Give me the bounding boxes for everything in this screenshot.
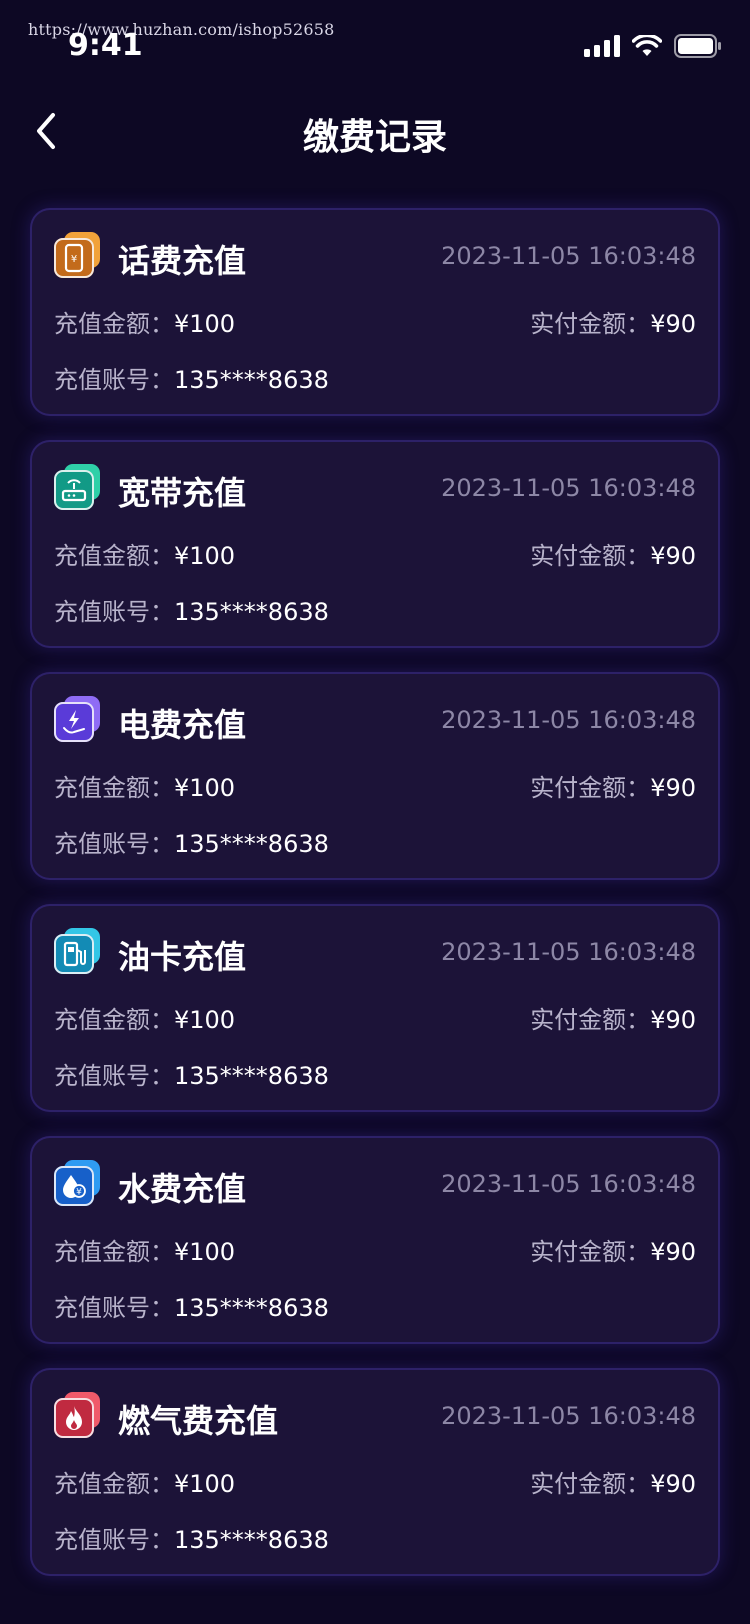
account-value: 135****8638 bbox=[174, 1294, 329, 1322]
svg-text:¥: ¥ bbox=[71, 254, 77, 265]
amount-row: 充值金额：¥100 实付金额：¥90 bbox=[54, 536, 696, 571]
electricity-bolt-icon bbox=[54, 696, 102, 744]
page-title: 缴费记录 bbox=[302, 117, 447, 158]
fuel-pump-icon bbox=[54, 928, 102, 976]
svg-text:¥: ¥ bbox=[76, 1188, 82, 1198]
paid-amount-value: ¥90 bbox=[650, 1238, 696, 1266]
amount-row: 充值金额：¥100 实付金额：¥90 bbox=[54, 1464, 696, 1499]
account-row: 充值账号：135****8638 bbox=[54, 360, 329, 395]
battery-icon bbox=[674, 34, 721, 58]
paid-amount-label: 实付金额： bbox=[530, 774, 651, 802]
paid-amount-label: 实付金额： bbox=[530, 542, 651, 570]
recharge-amount-label: 充值金额： bbox=[54, 310, 174, 338]
record-time: 2023-11-05 16:03:48 bbox=[441, 706, 696, 734]
account-row: 充值账号：135****8638 bbox=[54, 1520, 329, 1555]
record-time: 2023-11-05 16:03:48 bbox=[441, 242, 696, 270]
record-card[interactable]: 油卡充值 2023-11-05 16:03:48 充值金额：¥100 实付金额：… bbox=[30, 904, 720, 1112]
paid-amount-label: 实付金额： bbox=[530, 1470, 651, 1498]
record-card[interactable]: 宽带充值 2023-11-05 16:03:48 充值金额：¥100 实付金额：… bbox=[30, 440, 720, 648]
account-value: 135****8638 bbox=[174, 1062, 329, 1090]
paid-amount-label: 实付金额： bbox=[530, 310, 651, 338]
recharge-amount-value: ¥100 bbox=[174, 774, 236, 802]
record-title: 水费充值 bbox=[118, 1170, 247, 1208]
amount-row: 充值金额：¥100 实付金额：¥90 bbox=[54, 1232, 696, 1267]
record-time: 2023-11-05 16:03:48 bbox=[441, 474, 696, 502]
recharge-amount-value: ¥100 bbox=[174, 1238, 236, 1266]
record-title: 燃气费充值 bbox=[118, 1402, 279, 1440]
recharge-amount-label: 充值金额： bbox=[54, 1006, 174, 1034]
wifi-icon bbox=[632, 35, 662, 56]
paid-amount-value: ¥90 bbox=[650, 542, 696, 570]
account-row: 充值账号：135****8638 bbox=[54, 592, 329, 627]
recharge-amount-label: 充值金额： bbox=[54, 542, 174, 570]
phone-recharge-icon: ¥ bbox=[54, 232, 102, 280]
recharge-amount-label: 充值金额： bbox=[54, 774, 174, 802]
recharge-amount-value: ¥100 bbox=[174, 1006, 236, 1034]
record-title: 油卡充值 bbox=[118, 938, 247, 976]
records-list: ¥ 话费充值 2023-11-05 16:03:48 充值金额：¥100 实付金… bbox=[30, 208, 720, 1600]
broadband-router-icon bbox=[54, 464, 102, 512]
account-row: 充值账号：135****8638 bbox=[54, 1288, 329, 1323]
paid-amount-value: ¥90 bbox=[650, 310, 696, 338]
record-card[interactable]: 电费充值 2023-11-05 16:03:48 充值金额：¥100 实付金额：… bbox=[30, 672, 720, 880]
account-value: 135****8638 bbox=[174, 366, 329, 394]
paid-amount-value: ¥90 bbox=[650, 774, 696, 802]
recharge-amount-value: ¥100 bbox=[174, 1470, 236, 1498]
account-row: 充值账号：135****8638 bbox=[54, 1056, 329, 1091]
status-icons bbox=[584, 34, 722, 58]
record-card[interactable]: 燃气费充值 2023-11-05 16:03:48 充值金额：¥100 实付金额… bbox=[30, 1368, 720, 1576]
cellular-signal-icon bbox=[584, 35, 620, 57]
account-value: 135****8638 bbox=[174, 830, 329, 858]
account-label: 充值账号： bbox=[54, 1294, 174, 1322]
amount-row: 充值金额：¥100 实付金额：¥90 bbox=[54, 1000, 696, 1035]
account-label: 充值账号： bbox=[54, 366, 174, 394]
account-label: 充值账号： bbox=[54, 830, 174, 858]
recharge-amount-label: 充值金额： bbox=[54, 1238, 174, 1266]
account-label: 充值账号： bbox=[54, 598, 174, 626]
gas-flame-icon bbox=[54, 1392, 102, 1440]
nav-bar: 缴费记录 bbox=[0, 92, 750, 172]
recharge-amount-value: ¥100 bbox=[174, 310, 236, 338]
paid-amount-value: ¥90 bbox=[650, 1006, 696, 1034]
record-title: 电费充值 bbox=[118, 706, 247, 744]
record-title: 话费充值 bbox=[118, 242, 247, 280]
recharge-amount-value: ¥100 bbox=[174, 542, 236, 570]
account-value: 135****8638 bbox=[174, 598, 329, 626]
record-time: 2023-11-05 16:03:48 bbox=[441, 1170, 696, 1198]
amount-row: 充值金额：¥100 实付金额：¥90 bbox=[54, 304, 696, 339]
account-value: 135****8638 bbox=[174, 1526, 329, 1554]
record-card[interactable]: ¥ 话费充值 2023-11-05 16:03:48 充值金额：¥100 实付金… bbox=[30, 208, 720, 416]
account-label: 充值账号： bbox=[54, 1526, 174, 1554]
record-card[interactable]: ¥ 水费充值 2023-11-05 16:03:48 充值金额：¥100 实付金… bbox=[30, 1136, 720, 1344]
status-bar: 9:41 bbox=[0, 0, 750, 90]
amount-row: 充值金额：¥100 实付金额：¥90 bbox=[54, 768, 696, 803]
account-row: 充值账号：135****8638 bbox=[54, 824, 329, 859]
account-label: 充值账号： bbox=[54, 1062, 174, 1090]
paid-amount-label: 实付金额： bbox=[530, 1238, 651, 1266]
paid-amount-label: 实付金额： bbox=[530, 1006, 651, 1034]
water-drop-icon: ¥ bbox=[54, 1160, 102, 1208]
record-time: 2023-11-05 16:03:48 bbox=[441, 1402, 696, 1430]
record-time: 2023-11-05 16:03:48 bbox=[441, 938, 696, 966]
paid-amount-value: ¥90 bbox=[650, 1470, 696, 1498]
record-title: 宽带充值 bbox=[118, 474, 247, 512]
recharge-amount-label: 充值金额： bbox=[54, 1470, 174, 1498]
status-time: 9:41 bbox=[68, 28, 143, 63]
